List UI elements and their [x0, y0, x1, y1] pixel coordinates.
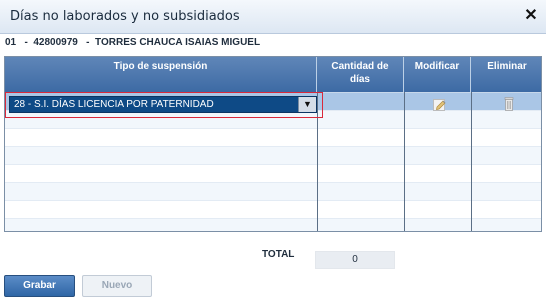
column-divider	[471, 92, 472, 231]
header-cantidad-dias: Cantidad de días	[317, 57, 404, 92]
chevron-down-icon[interactable]: ▼	[298, 97, 316, 112]
nuevo-button[interactable]: Nuevo	[82, 275, 152, 297]
dialog-titlebar: Días no laborados y no subsidiados ✕	[0, 0, 546, 34]
table-row	[5, 164, 541, 182]
column-divider	[404, 92, 405, 231]
table-row	[5, 218, 541, 231]
tipo-suspension-field: 28 - S.I. DÍAS LICENCIA POR PATERNIDAD ▼	[5, 92, 323, 118]
header-modificar: Modificar	[404, 57, 471, 92]
suspension-table: Tipo de suspensión Cantidad de días Modi…	[4, 56, 542, 232]
table-row	[5, 128, 541, 146]
close-icon[interactable]: ✕	[522, 6, 540, 26]
trash-icon[interactable]	[504, 97, 514, 111]
dialog-title: Días no laborados y no subsidiados	[10, 9, 240, 24]
total-value: 0	[315, 251, 395, 269]
table-row	[5, 146, 541, 164]
tipo-suspension-value: 28 - S.I. DÍAS LICENCIA POR PATERNIDAD	[14, 99, 214, 110]
total-label: TOTAL	[262, 249, 295, 260]
worker-info: 01 - 42800979 - TORRES CHAUCA ISAIAS MIG…	[5, 37, 261, 48]
table-row	[5, 182, 541, 200]
header-eliminar: Eliminar	[487, 61, 527, 72]
grabar-button[interactable]: Grabar	[4, 275, 75, 297]
pencil-icon[interactable]	[433, 98, 447, 111]
table-header: Tipo de suspensión Cantidad de días Modi…	[5, 57, 541, 92]
table-row	[5, 200, 541, 218]
tipo-suspension-select[interactable]: 28 - S.I. DÍAS LICENCIA POR PATERNIDAD ▼	[9, 96, 317, 113]
header-tipo-suspension: Tipo de suspensión	[5, 57, 317, 92]
